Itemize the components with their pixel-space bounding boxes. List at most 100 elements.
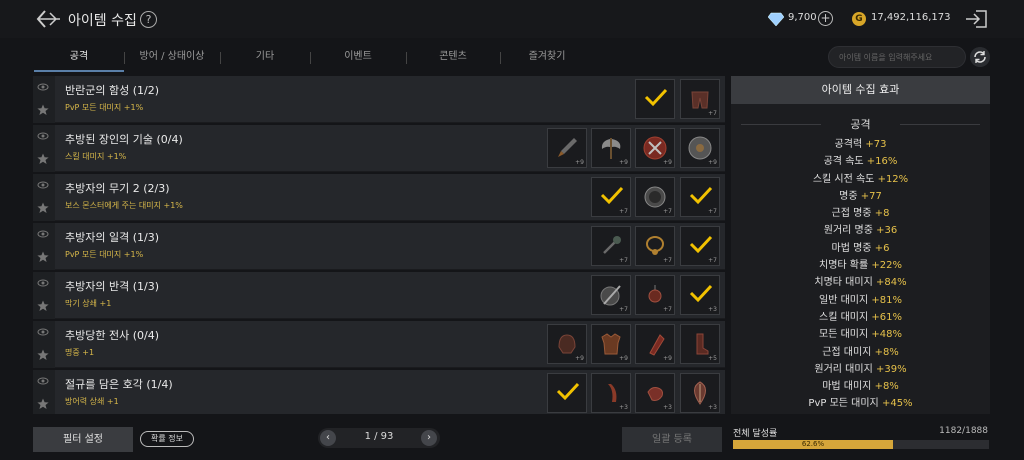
collection-row[interactable]: 추방된 장인의 기술 (0/4) 스킬 대미지 +1% +9 +9 +9 +9 (33, 125, 725, 172)
prev-page-button[interactable]: ‹ (320, 430, 336, 446)
bulk-register-button[interactable]: 일괄 등록 (622, 427, 722, 452)
item-slot[interactable]: +7 (680, 177, 720, 217)
item-slot[interactable] (547, 373, 587, 413)
tab-attack[interactable]: 공격 (34, 44, 124, 72)
next-page-button[interactable]: › (421, 430, 437, 446)
item-slot[interactable]: +9 (635, 324, 675, 364)
check-icon (689, 186, 713, 205)
item-slot[interactable]: +7 (635, 275, 675, 315)
eye-icon[interactable] (37, 81, 49, 93)
item-slot[interactable]: +3 (591, 373, 631, 413)
star-icon[interactable] (37, 300, 49, 312)
orb-icon (644, 186, 666, 208)
item-slot[interactable]: +9 (635, 128, 675, 168)
eye-icon[interactable] (37, 130, 49, 142)
collection-effect: 스킬 대미지 +1% (65, 152, 127, 161)
collection-row[interactable]: 반란군의 함성 (1/2) PvP 모든 대미지 +1% +7 (33, 76, 725, 123)
tab-favorites[interactable]: 즐겨찾기 (500, 44, 594, 72)
stat-row: 원거리 대미지 +39% (731, 361, 990, 378)
item-slot[interactable]: +7 (635, 226, 675, 266)
eye-icon[interactable] (37, 326, 49, 338)
stat-name: 원거리 명중 (823, 225, 873, 237)
stat-value: +84% (875, 277, 907, 289)
collection-row[interactable]: 추방자의 반격 (1/3) 막기 상쇄 +1 +7 +7 +3 (33, 272, 725, 319)
item-search-input[interactable] (828, 46, 966, 68)
enhance-level: +7 (619, 208, 628, 215)
item-slot[interactable]: +9 (680, 128, 720, 168)
stat-name: PvP 모든 대미지 (808, 398, 879, 410)
tab-content[interactable]: 콘텐츠 (406, 44, 500, 72)
item-slot[interactable]: +7 (591, 226, 631, 266)
enhance-level: +7 (708, 257, 717, 264)
gold-count: 17,492,116,173 (871, 12, 951, 23)
enhance-level: +7 (663, 208, 672, 215)
eye-icon[interactable] (37, 375, 49, 387)
item-slot[interactable]: +7 (680, 79, 720, 119)
collection-title: 반란군의 함성 (1/2) (65, 84, 159, 97)
tab-defense[interactable]: 방어 / 상태이상 (124, 44, 220, 72)
stat-value: +8% (874, 381, 899, 393)
boots-icon (696, 333, 709, 355)
item-slot[interactable]: +7 (635, 177, 675, 217)
star-icon[interactable] (37, 251, 49, 263)
collection-effect: 명중 +1 (65, 348, 95, 357)
eye-icon[interactable] (37, 179, 49, 191)
enhance-level: +9 (619, 355, 628, 362)
collection-effect: PvP 모든 대미지 +1% (65, 250, 144, 259)
stat-value: +6 (874, 242, 890, 254)
tab-etc[interactable]: 기타 (220, 44, 310, 72)
collection-row[interactable]: 추방자의 무기 2 (2/3) 보스 몬스터에게 주는 대미지 +1% +7 +… (33, 174, 725, 221)
item-slot[interactable] (635, 79, 675, 119)
eye-icon[interactable] (37, 277, 49, 289)
stat-name: 공격력 (834, 139, 863, 150)
glove-icon (647, 387, 663, 401)
item-slot[interactable]: +9 (547, 128, 587, 168)
item-slot[interactable]: +5 (680, 324, 720, 364)
enhance-level: +3 (619, 404, 628, 411)
help-icon[interactable]: ? (140, 11, 157, 28)
stat-name: 원거리 대미지 (814, 363, 873, 375)
stat-name: 스킬 대미지 (819, 311, 869, 323)
item-slot[interactable]: +9 (547, 324, 587, 364)
star-icon[interactable] (37, 202, 49, 214)
panel-title: 아이템 수집 효과 (731, 76, 990, 104)
item-slot[interactable]: +7 (591, 177, 631, 217)
stat-row: 명중 +77 (731, 188, 990, 205)
pants-icon (691, 91, 709, 109)
stat-row: 공격력 +73 (731, 136, 990, 153)
star-icon[interactable] (37, 153, 49, 165)
item-slot[interactable]: +9 (591, 128, 631, 168)
star-icon[interactable] (37, 349, 49, 361)
shield-sword-icon (600, 285, 621, 306)
item-slot[interactable]: +7 (591, 275, 631, 315)
stat-row: PvP 모든 대미지 +45% (731, 395, 990, 412)
item-slot[interactable]: +7 (680, 226, 720, 266)
collection-row[interactable]: 추방자의 일격 (1/3) PvP 모든 대미지 +1% +7 +7 +7 (33, 223, 725, 270)
enhance-level: +9 (575, 355, 584, 362)
eye-icon[interactable] (37, 228, 49, 240)
collection-row[interactable]: 추방당한 전사 (0/4) 명중 +1 +9 +9 +9 +5 (33, 321, 725, 368)
star-icon[interactable] (37, 104, 49, 116)
collection-row[interactable]: 절규를 담은 호각 (1/4) 방어력 상쇄 +1 +3 +3 +3 (33, 370, 725, 414)
enhance-level: +7 (619, 257, 628, 264)
row-side (33, 321, 55, 368)
stat-row: 근접 명중 +8 (731, 205, 990, 222)
row-side (33, 174, 55, 221)
stat-row: 치명타 대미지 +84% (731, 274, 990, 291)
stat-name: 스킬 시전 속도 (812, 173, 875, 185)
enhance-level: +9 (575, 159, 584, 166)
item-slot[interactable]: +3 (635, 373, 675, 413)
item-slot[interactable]: +3 (680, 373, 720, 413)
add-diamond-button[interactable]: + (818, 11, 833, 26)
item-slot[interactable]: +3 (680, 275, 720, 315)
tab-event[interactable]: 이벤트 (310, 44, 406, 72)
exit-icon[interactable] (964, 9, 988, 29)
collection-title: 절규를 담은 호각 (1/4) (65, 378, 173, 391)
probability-info-button[interactable]: 확률 정보 (140, 431, 194, 447)
filter-settings-button[interactable]: 필터 설정 (33, 427, 133, 452)
star-icon[interactable] (37, 398, 49, 410)
back-icon[interactable] (36, 8, 62, 30)
refresh-icon[interactable] (970, 47, 990, 67)
item-slot[interactable]: +9 (591, 324, 631, 364)
collection-title: 추방자의 일격 (1/3) (65, 231, 159, 244)
